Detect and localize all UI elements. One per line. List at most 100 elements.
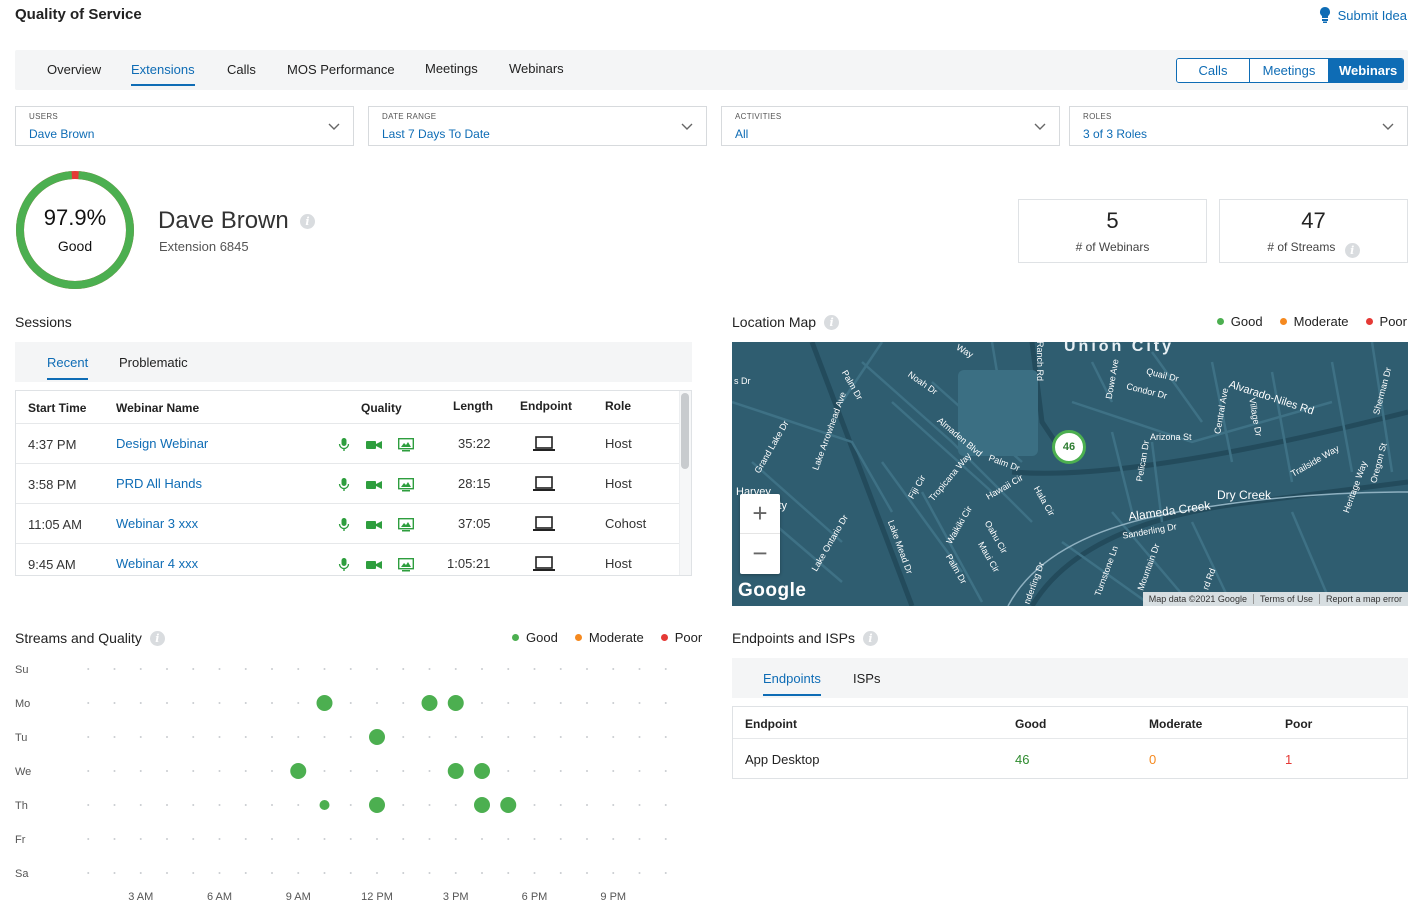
zoom-out-button[interactable]: − bbox=[740, 534, 780, 574]
map-label-street: s Dr bbox=[734, 376, 751, 386]
microphone-icon bbox=[338, 478, 350, 491]
sessions-scrollbar-track[interactable] bbox=[679, 391, 691, 575]
info-icon[interactable]: i bbox=[149, 630, 165, 646]
grid-dot bbox=[323, 838, 326, 840]
grid-dot bbox=[113, 838, 116, 840]
report-map-error-link[interactable]: Report a map error bbox=[1318, 594, 1408, 604]
grid-dot bbox=[559, 736, 562, 738]
segment-meetings[interactable]: Meetings bbox=[1250, 59, 1329, 82]
location-map-title-text: Location Map bbox=[732, 314, 817, 330]
date-range-filter[interactable]: DATE RANGE Last 7 Days To Date bbox=[368, 106, 707, 146]
grid-dot bbox=[87, 702, 90, 704]
table-row[interactable]: 9:45 AM Webinar 4 xxx 1:05:21 Host bbox=[16, 543, 679, 575]
grid-dot bbox=[166, 770, 168, 772]
stream-point[interactable] bbox=[290, 763, 307, 779]
info-icon[interactable]: i bbox=[862, 630, 878, 646]
grid-dot bbox=[428, 736, 431, 738]
grid-dot bbox=[559, 838, 562, 840]
legend-moderate: Moderate bbox=[588, 630, 644, 645]
activities-filter-label: ACTIVITIES bbox=[735, 112, 782, 121]
table-row[interactable]: 3:58 PM PRD All Hands 28:15 Host bbox=[16, 463, 679, 503]
webinar-name-link[interactable]: PRD All Hands bbox=[116, 476, 202, 491]
grid-dot bbox=[664, 702, 667, 704]
webinar-name-link[interactable]: Webinar 3 xxx bbox=[116, 516, 198, 531]
roles-filter[interactable]: ROLES 3 of 3 Roles bbox=[1069, 106, 1408, 146]
grid-dot bbox=[533, 668, 536, 670]
grid-dot bbox=[244, 736, 247, 738]
endpoint-poor-count: 1 bbox=[1285, 752, 1293, 767]
session-length: 1:05:21 bbox=[447, 556, 491, 571]
grid-dot bbox=[402, 804, 405, 806]
grid-dot bbox=[244, 702, 247, 704]
streams-count-card: 47 # of Streams i bbox=[1219, 199, 1408, 263]
grid-dot bbox=[113, 872, 116, 874]
segment-webinars[interactable]: Webinars bbox=[1329, 59, 1403, 82]
tab-overview[interactable]: Overview bbox=[47, 62, 101, 77]
grid-dot bbox=[481, 668, 483, 670]
grid-dot bbox=[402, 702, 405, 704]
segment-calls[interactable]: Calls bbox=[1177, 59, 1250, 82]
moderate-dot-icon bbox=[1279, 318, 1287, 325]
grid-dot bbox=[297, 668, 300, 670]
map-cluster-marker[interactable]: 46 bbox=[1052, 430, 1086, 464]
poor-dot-icon bbox=[1365, 318, 1373, 325]
tab-isps[interactable]: ISPs bbox=[853, 671, 880, 686]
stream-point[interactable] bbox=[369, 797, 385, 813]
endpoints-isps-title-text: Endpoints and ISPs bbox=[732, 630, 855, 646]
table-row[interactable]: 11:05 AM Webinar 3 xxx 37:05 Cohost bbox=[16, 503, 679, 543]
submit-idea-link[interactable]: Submit Idea bbox=[1318, 7, 1407, 23]
table-row[interactable]: 4:37 PM Design Webinar 35:22 Host bbox=[16, 423, 679, 463]
grid-dot bbox=[349, 872, 352, 874]
date-range-filter-label: DATE RANGE bbox=[382, 112, 437, 121]
tab-mos-performance[interactable]: MOS Performance bbox=[287, 62, 395, 77]
tab-problematic[interactable]: Problematic bbox=[119, 355, 188, 370]
stream-point[interactable] bbox=[500, 797, 517, 813]
zoom-in-button[interactable]: + bbox=[740, 494, 780, 534]
info-icon[interactable]: i bbox=[824, 314, 840, 330]
submit-idea-label: Submit Idea bbox=[1337, 7, 1407, 23]
stream-point[interactable] bbox=[369, 729, 385, 745]
session-length: 37:05 bbox=[458, 516, 491, 531]
chevron-down-icon bbox=[328, 123, 340, 130]
stream-point[interactable] bbox=[421, 695, 438, 711]
column-header-quality: Quality bbox=[361, 401, 402, 415]
stream-point[interactable] bbox=[474, 797, 490, 813]
session-start-time: 11:05 AM bbox=[28, 517, 82, 532]
column-header-poor: Poor bbox=[1285, 717, 1313, 731]
tab-recent[interactable]: Recent bbox=[47, 355, 89, 380]
grid-dot bbox=[376, 770, 378, 772]
stream-point[interactable] bbox=[447, 695, 464, 711]
terms-of-use-link[interactable]: Terms of Use bbox=[1252, 594, 1319, 604]
stream-point[interactable] bbox=[447, 763, 464, 779]
video-camera-icon bbox=[366, 441, 382, 449]
streams-quality-title-text: Streams and Quality bbox=[15, 630, 142, 646]
grid-dot bbox=[192, 702, 195, 704]
tab-extensions[interactable]: Extensions bbox=[131, 62, 195, 86]
column-header-webinar-name: Webinar Name bbox=[116, 401, 200, 415]
stream-point[interactable] bbox=[319, 800, 330, 810]
users-filter[interactable]: USERS Dave Brown bbox=[15, 106, 354, 146]
tab-endpoints[interactable]: Endpoints bbox=[763, 671, 821, 696]
session-length: 28:15 bbox=[458, 476, 491, 491]
webinar-name-link[interactable]: Design Webinar bbox=[116, 436, 208, 451]
stream-point[interactable] bbox=[474, 763, 490, 779]
grid-dot bbox=[244, 770, 247, 772]
sessions-scrollbar-thumb[interactable] bbox=[681, 393, 689, 469]
grid-dot bbox=[612, 872, 615, 874]
tab-calls[interactable]: Calls bbox=[227, 62, 256, 77]
stream-point[interactable] bbox=[316, 695, 333, 711]
grid-dot bbox=[139, 804, 142, 806]
column-header-moderate: Moderate bbox=[1149, 717, 1203, 731]
grid-dot bbox=[586, 770, 588, 772]
map-legend: Good Moderate Poor bbox=[1216, 314, 1407, 329]
tab-webinars[interactable]: Webinars bbox=[509, 61, 564, 76]
tab-meetings[interactable]: Meetings bbox=[425, 61, 478, 76]
grid-dot bbox=[87, 668, 90, 670]
location-map[interactable]: Union City Alameda Creek Dry Creek Alvar… bbox=[732, 342, 1408, 606]
grid-dot bbox=[297, 736, 300, 738]
info-icon[interactable]: i bbox=[1344, 243, 1360, 258]
webinar-name-link[interactable]: Webinar 4 xxx bbox=[116, 556, 198, 571]
info-icon[interactable]: i bbox=[300, 214, 315, 229]
grid-dot bbox=[559, 804, 562, 806]
activities-filter[interactable]: ACTIVITIES All bbox=[721, 106, 1060, 146]
